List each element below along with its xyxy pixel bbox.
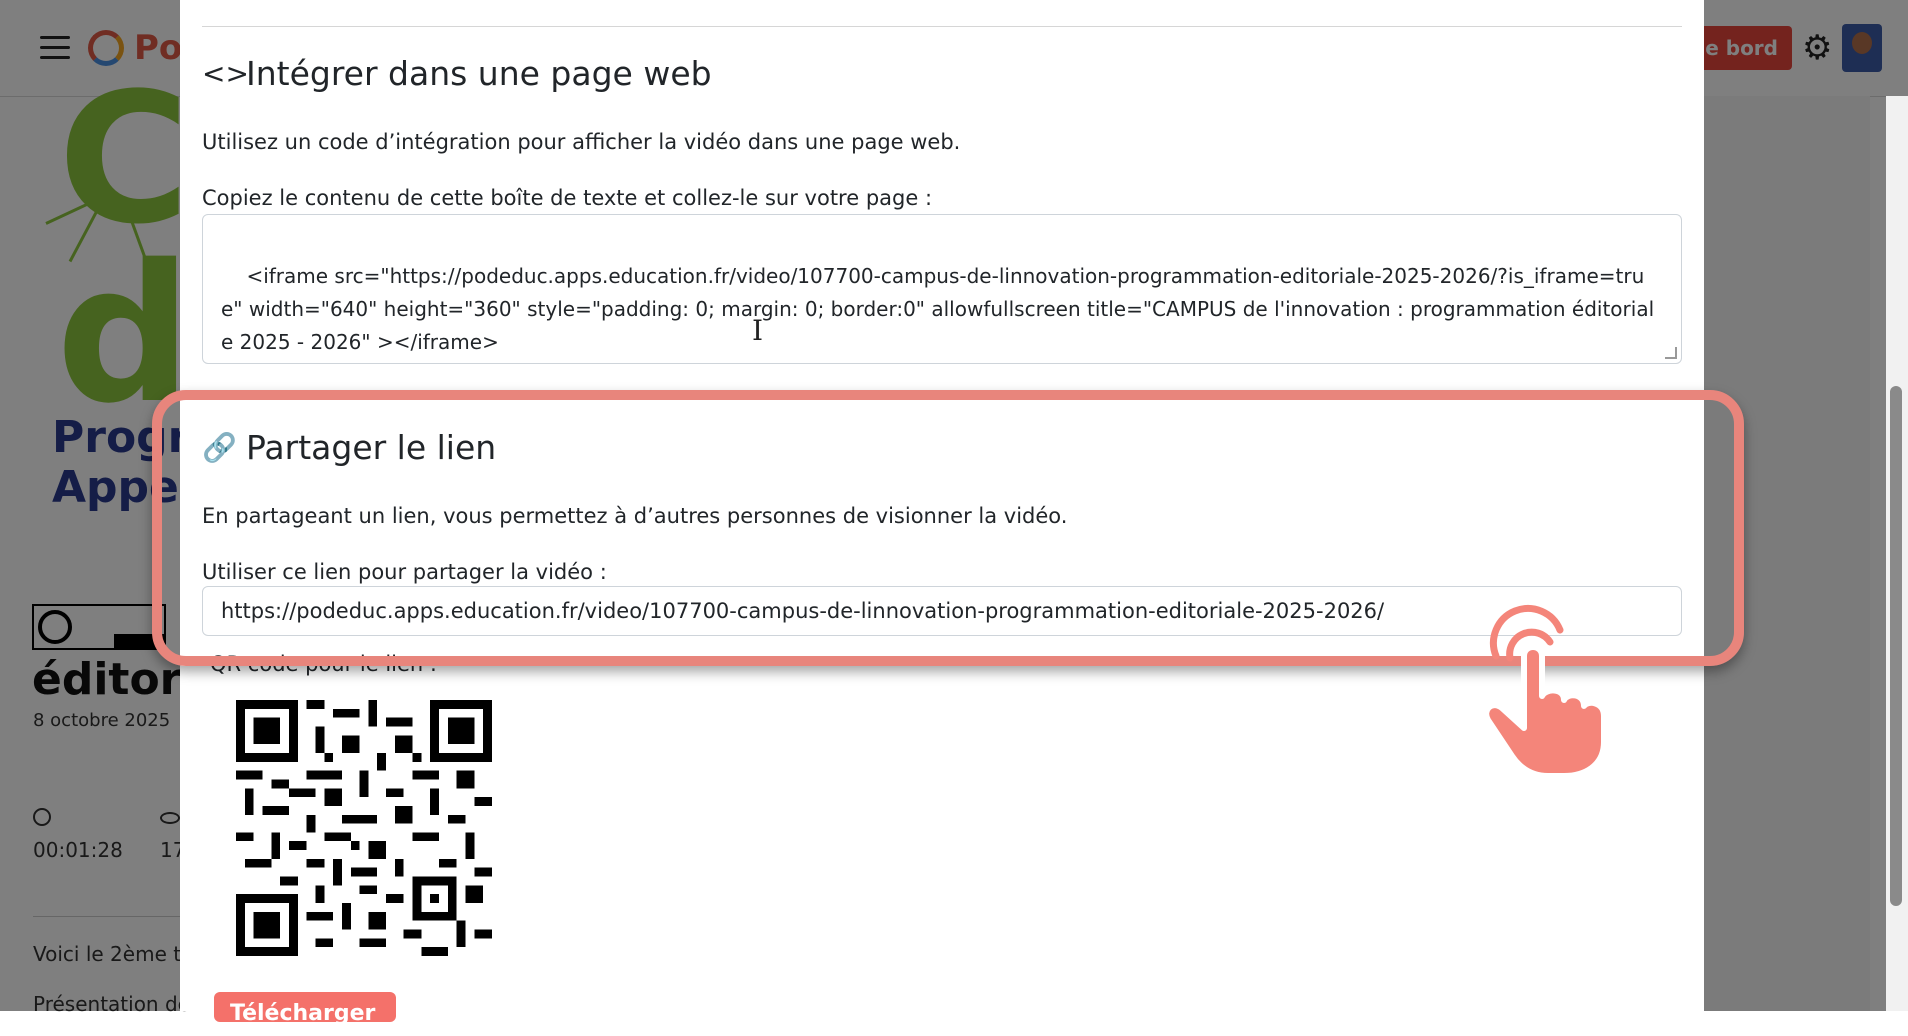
download-qr-button[interactable]: Télécharger [214, 992, 396, 1026]
page-scrollbar-thumb[interactable] [1890, 386, 1902, 906]
embed-code-label: Copiez le contenu de cette boîte de text… [202, 186, 933, 210]
resize-handle-icon[interactable] [1665, 347, 1677, 359]
section-divider [202, 26, 1682, 27]
code-brackets-icon: <> [202, 57, 249, 90]
embed-code-text[interactable]: <iframe src="https://podeduc.apps.educat… [221, 264, 1654, 354]
embed-code-textarea[interactable]: <iframe src="https://podeduc.apps.educat… [202, 214, 1682, 364]
embed-section-title: Intégrer dans une page web [246, 54, 712, 93]
embed-intro-text: Utilisez un code d’intégration pour affi… [202, 130, 961, 154]
text-cursor-icon: I [752, 314, 764, 347]
tap-hand-icon [1483, 604, 1607, 776]
qr-code-image [236, 700, 492, 956]
embed-section-heading: <> Intégrer dans une page web [202, 54, 712, 93]
